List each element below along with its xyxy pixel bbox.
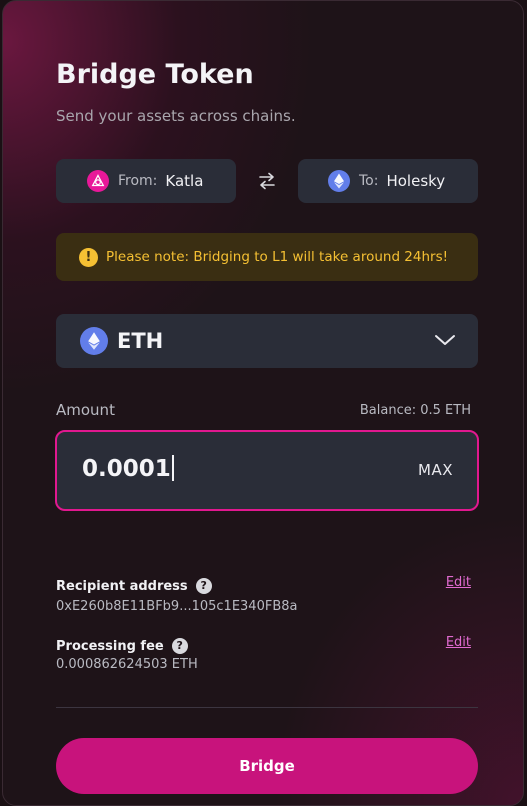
- fee-label: Processing fee: [56, 639, 164, 654]
- selected-token: ETH: [117, 329, 164, 353]
- bridging-notice: ! Please note: Bridging to L1 will take …: [56, 233, 478, 281]
- page-subtitle: Send your assets across chains.: [56, 107, 296, 125]
- divider: [56, 707, 478, 708]
- katla-logo-icon: [87, 170, 109, 192]
- from-chain-name: Katla: [165, 172, 204, 190]
- help-icon[interactable]: ?: [171, 637, 188, 654]
- from-chain-button[interactable]: From: Katla: [56, 159, 236, 203]
- edit-recipient-link[interactable]: Edit: [446, 575, 471, 590]
- recipient-label: Recipient address: [56, 579, 188, 594]
- to-chain-name: Holesky: [386, 172, 446, 190]
- fee-value: 0.000862624503 ETH: [56, 657, 198, 672]
- recipient-label-row: Recipient address?: [56, 575, 212, 594]
- max-button[interactable]: MAX: [418, 461, 453, 479]
- page-title: Bridge Token: [56, 59, 254, 90]
- to-label: To:: [359, 173, 379, 189]
- balance-text: Balance: 0.5 ETH: [359, 403, 471, 418]
- edit-fee-link[interactable]: Edit: [446, 635, 471, 650]
- chevron-down-icon: [434, 332, 456, 348]
- token-dropdown[interactable]: ETH: [56, 314, 478, 368]
- text-cursor: [171, 454, 174, 481]
- exclamation-icon: !: [79, 247, 98, 267]
- bridge-card: Bridge Token Send your assets across cha…: [2, 0, 524, 806]
- bridge-button[interactable]: Bridge: [56, 738, 478, 794]
- to-chain-button[interactable]: To: Holesky: [298, 159, 478, 203]
- amount-value[interactable]: 0.0001: [82, 454, 174, 482]
- amount-input[interactable]: 0.0001 MAX: [55, 430, 479, 511]
- amount-value-text: 0.0001: [82, 456, 171, 482]
- ethereum-icon: [328, 170, 350, 192]
- help-icon[interactable]: ?: [195, 577, 212, 594]
- ethereum-icon: [80, 327, 108, 355]
- amount-label: Amount: [56, 401, 115, 419]
- recipient-address: 0xE260b8E11BFb9...105c1E340FB8a: [56, 599, 298, 614]
- fee-label-row: Processing fee?: [56, 635, 188, 654]
- swap-arrows-icon[interactable]: [256, 169, 278, 193]
- from-label: From:: [118, 173, 158, 189]
- notice-text: Please note: Bridging to L1 will take ar…: [106, 249, 449, 265]
